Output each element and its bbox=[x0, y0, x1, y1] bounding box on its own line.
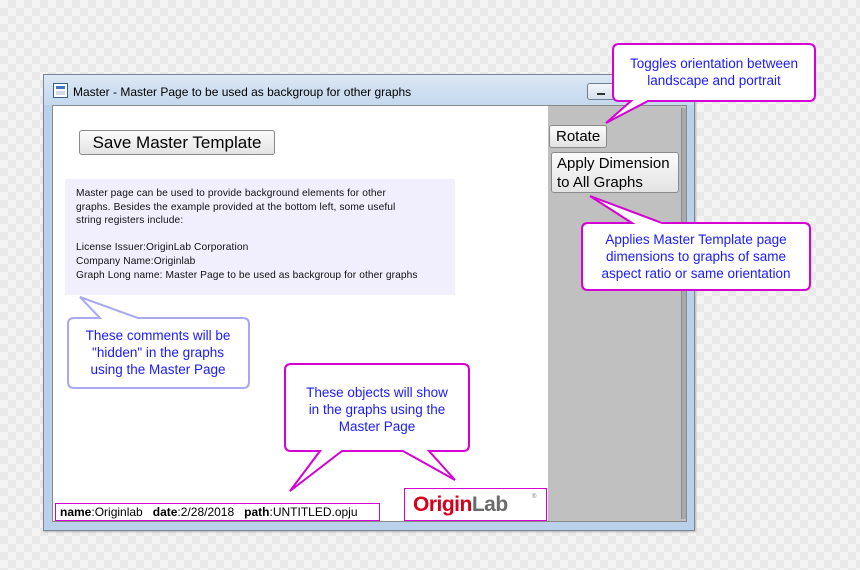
callout-objects-text: These objects will show in the graphs us… bbox=[306, 385, 448, 434]
callout-comments-text: These comments will be "hidden" in the g… bbox=[85, 328, 231, 377]
callout-rotate-text: Toggles orientation between landscape an… bbox=[629, 56, 799, 88]
callout-apply-text: Applies Master Template page dimensions … bbox=[601, 232, 791, 281]
